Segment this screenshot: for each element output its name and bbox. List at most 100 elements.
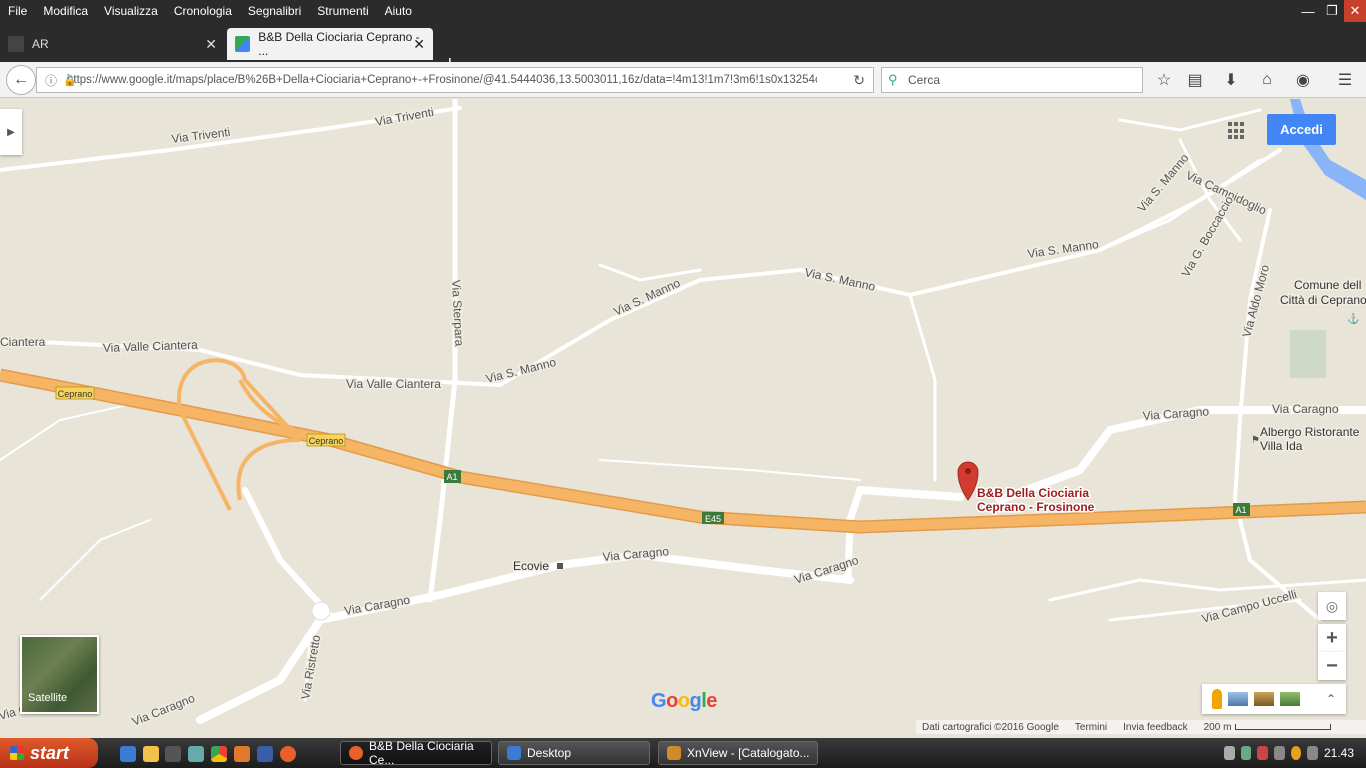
home-icon[interactable]: ⌂ [1257,70,1277,90]
menu-modifica[interactable]: Modifica [35,4,96,18]
back-button[interactable]: ← [6,65,36,95]
chevron-up-icon[interactable]: ⌃ [1326,692,1336,706]
label-via-s-manno-5: Via S. Manno [484,355,557,386]
sign-in-button[interactable]: Accedi [1267,114,1336,145]
menu-aiuto[interactable]: Aiuto [377,4,420,18]
apps-grid-icon[interactable] [1228,122,1246,140]
reload-icon[interactable]: ↻ [853,72,865,89]
pocket-icon[interactable]: ◉ [1293,70,1313,90]
my-location-icon[interactable]: ◎ [1318,592,1346,620]
menu-cronologia[interactable]: Cronologia [166,4,240,18]
volume-tray-icon[interactable] [1274,746,1285,760]
shield-ceprano-2: Ceprano [309,436,344,446]
address-bar[interactable]: ⓘ 🔒 https://www.google.it/maps/place/B%2… [36,67,874,93]
satellite-label: Satellite [28,692,68,704]
xnview-icon [667,746,681,760]
taskbar-window-title: B&B Della Ciociaria Ce... [369,739,474,767]
menu-visualizza[interactable]: Visualizza [96,4,166,18]
app-icon[interactable] [234,746,250,762]
menu-strumenti[interactable]: Strumenti [309,4,376,18]
photo-thumb-1[interactable] [1228,692,1248,706]
terms-link[interactable]: Termini [1075,722,1107,733]
firefox-icon [349,746,363,760]
page-icon [8,36,24,52]
security-tray-icon[interactable] [1257,746,1268,760]
town-hall-icon: ⚓ [1347,312,1359,325]
shield-a1-2: A1 [1235,505,1246,515]
maps-favicon-icon [235,36,251,52]
taskbar-window-xnview[interactable]: XnView - [Catalogato... [658,741,818,765]
close-tab-icon[interactable]: ✕ [413,36,425,53]
media-player-icon[interactable] [165,746,181,762]
url-text[interactable]: https://www.google.it/maps/place/B%26B+D… [67,74,817,86]
map-canvas[interactable]: Ceprano Ceprano A1 E45 A1 Via Triventi V… [0,99,1366,734]
chrome-icon[interactable] [211,746,227,762]
satellite-toggle[interactable]: Satellite [20,635,99,714]
poi-albergo-line1: Albergo Ristorante [1260,425,1360,439]
poi-ecovie: Ecovie [513,559,549,573]
label-via-valle-ciantera-2: Via Valle Ciantera [346,377,441,391]
label-via-campo-uccelli: Via Campo Uccelli [1200,587,1298,626]
map-data-attribution: Dati cartografici ©2016 Google [922,721,1059,733]
download-icon[interactable]: ⬇ [1221,70,1241,90]
shield-e45: E45 [705,514,721,524]
info-icon[interactable]: ⓘ [45,72,57,89]
label-via-sterpara: Via Sterpara [449,279,466,346]
label-via-s-manno-1: Via S. Manno [1135,151,1192,215]
photo-thumb-2[interactable] [1254,692,1274,706]
minimize-icon[interactable]: — [1296,0,1320,22]
restore-icon[interactable]: ❐ [1320,0,1344,22]
menu-file[interactable]: File [0,4,35,18]
taskbar-window-title: XnView - [Catalogato... [687,746,810,760]
taskbar-window-title: Desktop [527,746,572,760]
menu-bar: File Modifica Visualizza Cronologia Segn… [0,0,1366,22]
usb-tray-icon[interactable] [1307,746,1318,760]
scale-line [1235,724,1332,730]
monitor-tray-icon[interactable] [1240,746,1252,760]
menu-segnalibri[interactable]: Segnalibri [240,4,309,18]
taskbar-window-firefox[interactable]: B&B Della Ciociaria Ce... [340,739,492,767]
start-button[interactable]: start [0,738,98,768]
zoom-in-button[interactable]: + [1318,624,1346,652]
label-via-triventi-2: Via Triventi [374,105,435,129]
feedback-link[interactable]: Invia feedback [1123,722,1188,733]
tab-ar[interactable]: AR ✕ [0,28,225,60]
zoom-out-button[interactable]: − [1318,652,1346,680]
scale-bar[interactable]: 200 m [1204,722,1332,733]
explorer-icon[interactable] [257,746,273,762]
app-tray-icon[interactable] [1290,746,1302,760]
reading-list-icon[interactable]: ▤ [1185,70,1205,90]
label-via-caragno-2: Via Caragno [1272,402,1339,416]
firefox-icon[interactable] [280,746,296,762]
start-label: start [30,742,70,763]
tab-maps[interactable]: B&B Della Ciociaria Ceprano - ... ✕ [227,28,433,60]
side-panel-toggle[interactable]: ▶ [0,109,22,155]
clock[interactable]: 21.43 [1324,746,1354,760]
label-via-caragno-5: Via Caragno [343,593,411,618]
pegman-icon[interactable] [1212,689,1222,709]
navigation-bar: ← ⓘ 🔒 https://www.google.it/maps/place/B… [0,62,1366,98]
place-name-line1: B&B Della Ciociaria [977,486,1089,500]
lock-icon: 🔒 [63,74,77,87]
google-logo: Google [651,690,717,712]
poi-comune-line1: Comune dell [1294,278,1361,292]
tab-title: B&B Della Ciociaria Ceprano - ... [258,30,420,58]
network-tray-icon[interactable] [1224,746,1235,760]
taskbar-window-desktop[interactable]: Desktop [498,741,650,765]
system-tray: 21.43 [1224,738,1366,768]
search-placeholder: Cerca [908,73,941,87]
close-tab-icon[interactable]: ✕ [205,36,217,53]
label-ciantera: Ciantera [0,335,46,349]
label-via-caragno-1: Via Caragno [1142,404,1210,423]
hamburger-menu-icon[interactable]: ☰ [1335,70,1355,90]
search-input[interactable]: ⚲ Cerca [881,67,1143,93]
search-engine-icon: ⚲ [888,72,898,87]
network-icon[interactable] [188,746,204,762]
bookmark-star-icon[interactable]: ☆ [1154,70,1174,90]
ie-icon[interactable] [120,746,136,762]
photo-thumb-3[interactable] [1280,692,1300,706]
scale-label: 200 m [1203,721,1232,733]
notes-icon[interactable] [143,746,159,762]
desktop-icon [507,746,521,760]
close-window-icon[interactable]: ✕ [1344,0,1366,22]
